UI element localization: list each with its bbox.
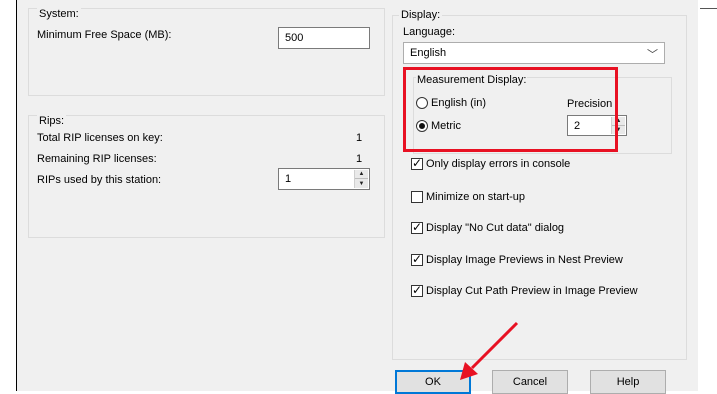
annotation-arrow-icon: [460, 321, 519, 380]
